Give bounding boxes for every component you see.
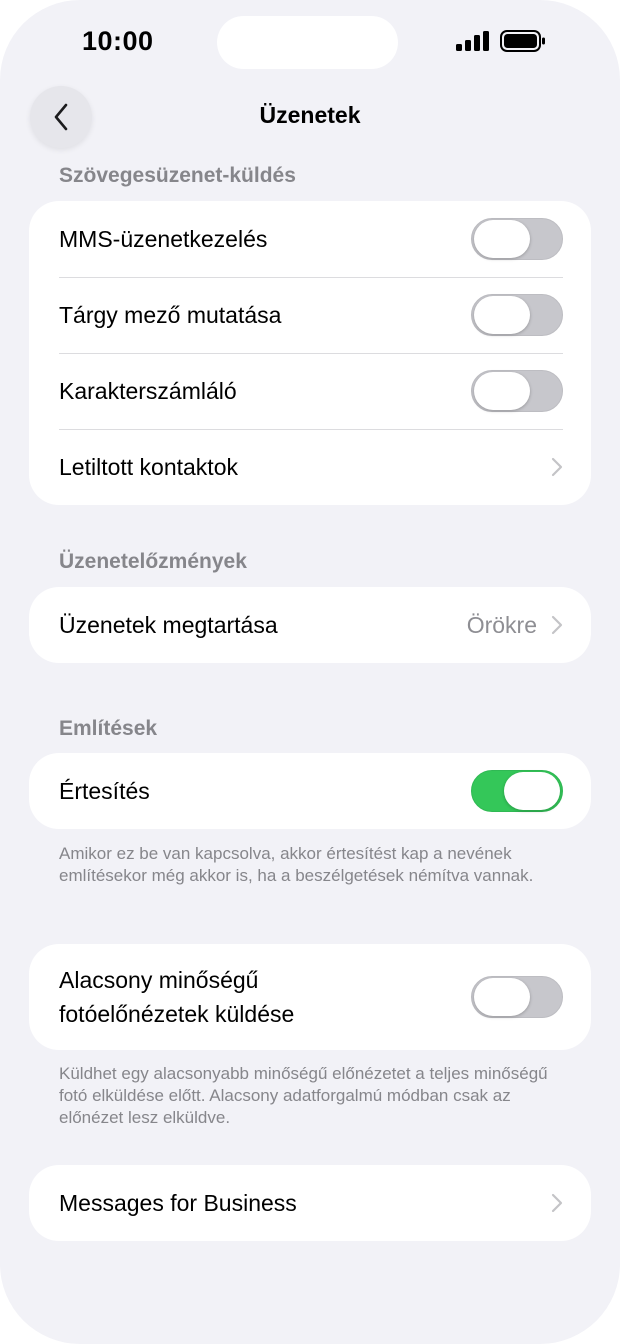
cellular-signal-icon — [456, 31, 489, 51]
section-header-history: Üzenetelőzmények — [59, 550, 247, 573]
mentions-card: Értesítés — [29, 753, 591, 829]
mms-label: MMS-üzenetkezelés — [59, 226, 268, 252]
business-label: Messages for Business — [59, 1190, 297, 1216]
low-quality-label-line2: fotóelőnézetek küldése — [59, 1001, 295, 1027]
low-quality-footer-note: Küldhet egy alacsonyabb minőségű előnéze… — [59, 1064, 548, 1127]
business-row[interactable]: Messages for Business — [29, 1165, 591, 1241]
dynamic-island — [217, 16, 398, 69]
char-count-row: Karakterszámláló — [29, 353, 591, 429]
char-count-label: Karakterszámláló — [59, 378, 237, 404]
business-card: Messages for Business — [29, 1165, 591, 1241]
page-title: Üzenetek — [259, 102, 361, 128]
subject-row: Tárgy mező mutatása — [29, 277, 591, 353]
toggle-knob — [474, 296, 530, 334]
mms-row: MMS-üzenetkezelés — [29, 201, 591, 277]
mms-toggle[interactable] — [471, 218, 563, 260]
chevron-right-icon — [551, 457, 563, 477]
keep-messages-value: Örökre — [466, 611, 537, 638]
section-header-sms: Szövegesüzenet-küldés — [59, 164, 296, 187]
history-card: Üzenetek megtartása Örökre — [29, 587, 591, 663]
settings-screen: 10:00 Üzenetek Szövegesüzenet-küldés MMS… — [0, 0, 620, 1344]
sms-settings-card: MMS-üzenetkezelés Tárgy mező mutatása Ka… — [29, 201, 591, 505]
subject-toggle[interactable] — [471, 294, 563, 336]
subject-label: Tárgy mező mutatása — [59, 302, 282, 328]
low-quality-card: Alacsony minőségű fotóelőnézetek küldése — [29, 944, 591, 1050]
section-header-mentions: Említések — [59, 717, 158, 740]
chevron-right-icon — [551, 615, 563, 635]
toggle-knob — [474, 220, 530, 258]
keep-messages-row[interactable]: Üzenetek megtartása Örökre — [29, 587, 591, 663]
blocked-contacts-row[interactable]: Letiltott kontaktok — [29, 429, 591, 505]
low-quality-label: Alacsony minőségű fotóelőnézetek küldése — [59, 963, 471, 1031]
notify-toggle[interactable] — [471, 770, 563, 812]
low-quality-row: Alacsony minőségű fotóelőnézetek küldése — [29, 944, 591, 1050]
keep-messages-label: Üzenetek megtartása — [59, 612, 278, 638]
toggle-knob — [474, 372, 530, 410]
char-count-toggle[interactable] — [471, 370, 563, 412]
status-time: 10:00 — [82, 26, 154, 56]
notify-label: Értesítés — [59, 778, 150, 804]
notify-footer-note: Amikor ez be van kapcsolva, akkor értesí… — [59, 844, 534, 885]
notify-row: Értesítés — [29, 753, 591, 829]
low-quality-toggle[interactable] — [471, 976, 563, 1018]
toggle-knob — [504, 772, 560, 810]
toggle-knob — [474, 978, 530, 1016]
low-quality-label-line1: Alacsony minőségű — [59, 967, 259, 993]
battery-icon — [500, 30, 545, 52]
blocked-contacts-label: Letiltott kontaktok — [59, 454, 238, 480]
chevron-right-icon — [551, 1193, 563, 1213]
